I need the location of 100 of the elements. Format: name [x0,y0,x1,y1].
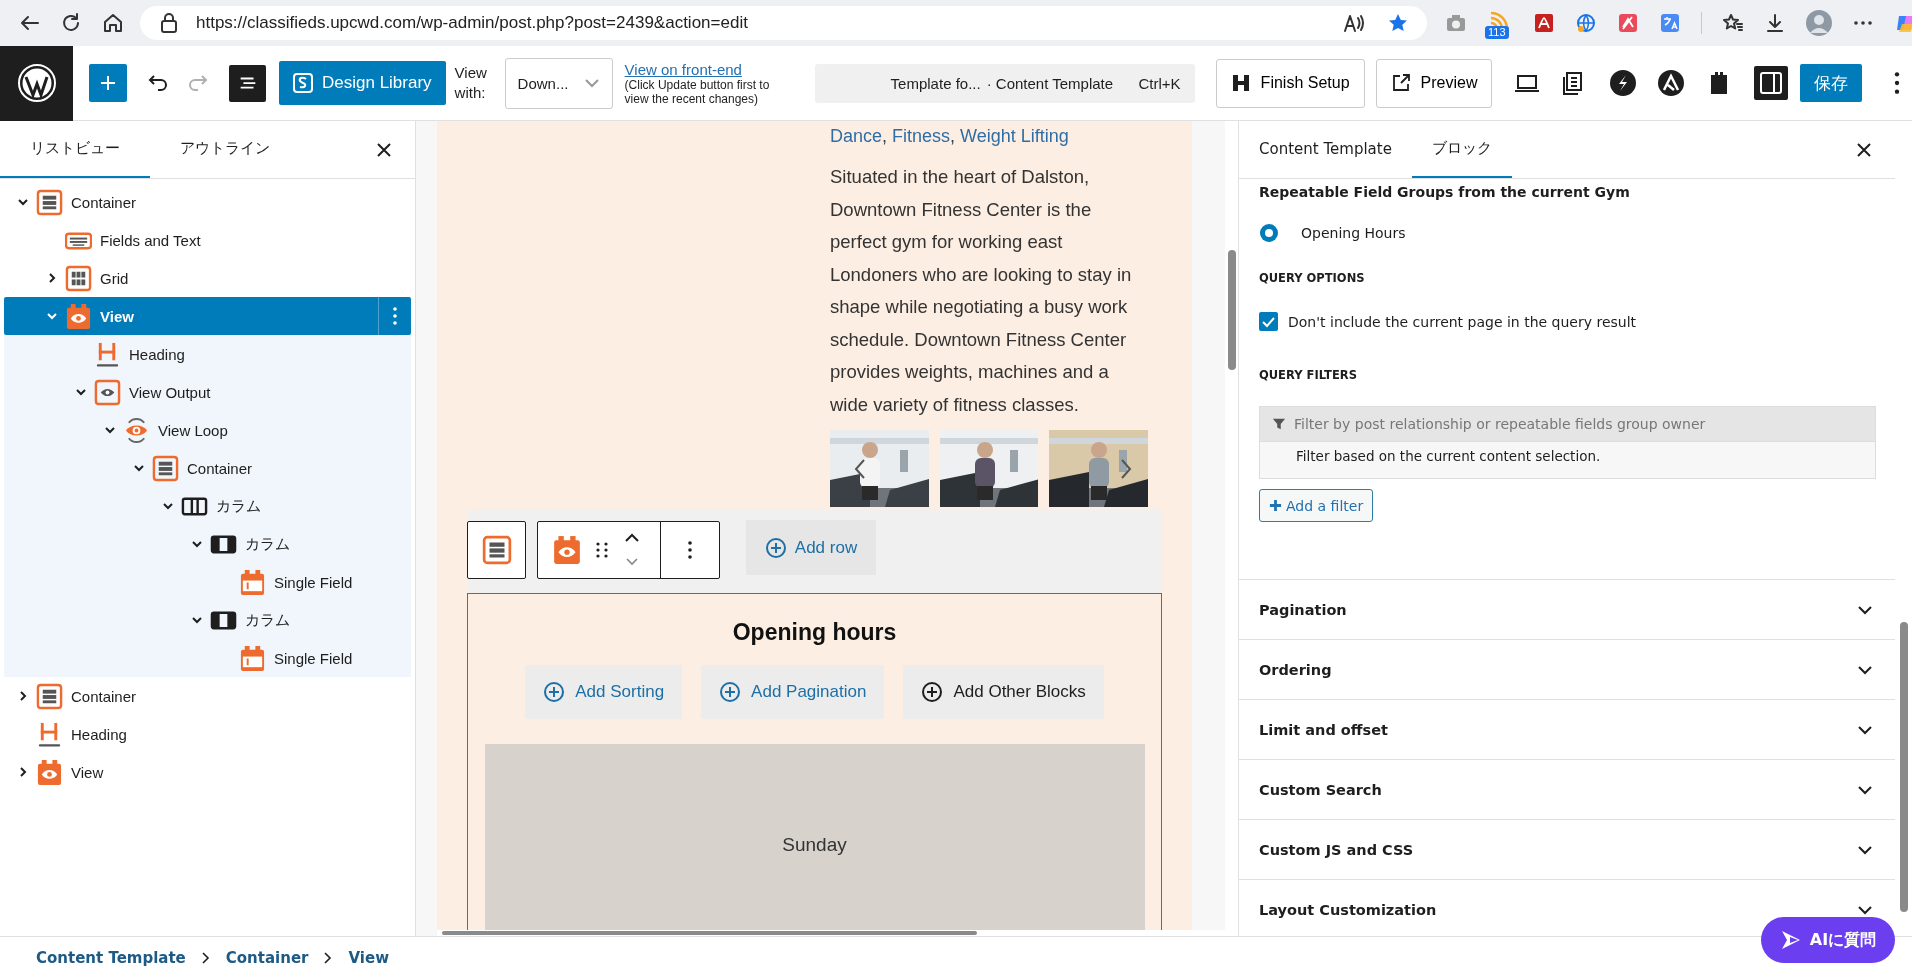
list-view-item[interactable]: View [4,753,411,791]
panel-tab[interactable]: アウトライン [150,121,300,178]
category-link[interactable]: Weight Lifting [960,126,1069,146]
day-label: Sunday [782,834,847,857]
command-bar[interactable]: Template fo... · Content Template Ctrl+K [814,63,1195,103]
list-view-item[interactable]: Fields and Text [4,221,411,259]
container-icon [36,188,63,216]
list-view-item[interactable]: Grid [4,259,411,297]
heading-icon [36,720,63,748]
sidebar-icon [1759,71,1784,95]
add-block-button[interactable]: Add Sorting [525,665,683,719]
separator: , [950,126,957,146]
bolt-icon[interactable] [1610,70,1637,96]
calendar-icon [239,644,266,672]
translate-icon[interactable] [1659,12,1681,34]
checkbox-label: Don't include the current page in the query result [1288,313,1637,330]
category-link[interactable]: Dance [830,126,883,146]
ask-ai-button[interactable]: AIに質問 [1761,917,1895,963]
star-icon[interactable] [1387,12,1409,34]
wordpress-logo-icon [16,63,57,103]
list-view-item[interactable]: カラム [4,601,411,639]
design-library-button[interactable]: Design Library [279,61,446,105]
settings-panel-toggle[interactable]: Pagination [1239,579,1895,639]
sidebar-tab[interactable]: Content Template [1239,121,1412,178]
settings-toggle-button[interactable] [1754,66,1789,100]
section-label: QUERY FILTERS [1259,368,1358,382]
plus-circle-icon [764,536,787,559]
eye-loop-icon [123,416,150,444]
view-with-label: View with: [454,63,488,103]
separator: , [882,126,889,146]
globe-icon[interactable] [1575,12,1597,34]
parent-block-button[interactable] [467,520,526,579]
list-view-item[interactable]: Container [4,183,411,221]
list-view-item[interactable]: Container [4,449,411,487]
view-with-select[interactable]: Down... [504,57,613,109]
breadcrumb-link[interactable]: View [348,948,389,967]
save-button[interactable]: 保存 [1800,64,1863,102]
container-icon [152,454,179,482]
calendar-eye-icon[interactable] [552,534,582,565]
extension-icon[interactable] [1617,12,1639,34]
settings-panel-toggle[interactable]: Custom JS and CSS [1239,819,1895,879]
finish-setup-button[interactable]: Finish Setup [1215,58,1365,108]
radio-button[interactable] [1259,223,1279,243]
list-view-item[interactable]: View Loop [4,411,411,449]
list-view-item[interactable]: カラム [4,525,411,563]
caret-icon [583,76,600,90]
add-block-button[interactable] [89,64,127,102]
download-icon[interactable] [1764,12,1786,34]
list-view-item[interactable]: Container [4,677,411,715]
address-field[interactable]: https://classifieds.upcwd.com/wp-admin/post.php?post=2439&action=edit [140,6,1427,40]
add-block-button[interactable]: Add Pagination [701,665,885,719]
sidebar-tab[interactable]: ブロック [1411,121,1512,178]
checkbox[interactable] [1259,312,1278,331]
document-overview-button[interactable] [229,64,266,102]
mountain-icon[interactable] [1658,70,1685,96]
settings-panel-toggle[interactable]: Limit and offset [1239,699,1895,759]
list-view-item[interactable]: カラム [4,487,411,525]
section-label: QUERY OPTIONS [1259,271,1366,285]
lock-icon[interactable] [158,12,180,34]
filter-title: Filter by post relationship or repeatable fields group owner [1294,416,1706,432]
home-icon[interactable] [102,12,124,34]
breadcrumb-link[interactable]: Content Template [36,948,186,967]
radio-label: Opening Hours [1301,225,1406,241]
breadcrumb-link[interactable]: Container [225,948,309,967]
sparkle-icon [1779,929,1802,951]
eye-icon [94,378,121,406]
calendar-eye-icon [36,758,63,786]
plus-icon [1269,499,1282,512]
front-end-link[interactable]: View on front-end [624,60,795,78]
scrollbar[interactable] [1225,121,1238,936]
settings-panel-toggle[interactable]: Custom Search [1239,759,1895,819]
add-filter-button[interactable]: Add a filter [1259,489,1374,522]
add-block-button[interactable]: Add Other Blocks [903,665,1104,719]
calendar-eye-icon [65,302,92,330]
more-vertical-icon[interactable] [687,539,693,560]
list-view-item[interactable]: Single Field [4,639,411,677]
favorites-icon[interactable] [1722,12,1744,34]
pdf-icon[interactable] [1533,12,1555,34]
reload-icon[interactable] [60,12,82,34]
filter-icon [1272,417,1286,431]
setup-icon [1230,73,1251,93]
update-note: (Click Update button first to view the recent changes) [624,77,771,106]
settings-panel-toggle[interactable]: Ordering [1239,639,1895,699]
plus-circle-icon [719,681,742,703]
section-title: Repeatable Field Groups from the current Gym [1259,184,1631,200]
heading-icon [94,340,121,368]
list-view-item[interactable]: Single Field [4,563,411,601]
scrollbar[interactable] [437,930,1227,936]
add-row-button[interactable]: Add row [746,520,876,575]
chevron-right-icon [199,951,212,964]
list-view-item[interactable]: Heading [4,715,411,753]
preview-button[interactable]: Preview [1375,58,1493,108]
panel-tab[interactable]: リストビュー [0,121,150,178]
plus-icon [98,73,118,93]
category-link[interactable]: Fitness [892,126,951,146]
read-aloud-icon[interactable] [1343,12,1365,34]
container-icon [481,534,512,565]
section-heading: Opening hours [732,619,897,646]
list-view-item[interactable]: View Output [4,373,411,411]
list-view-item[interactable]: Heading [4,335,411,373]
